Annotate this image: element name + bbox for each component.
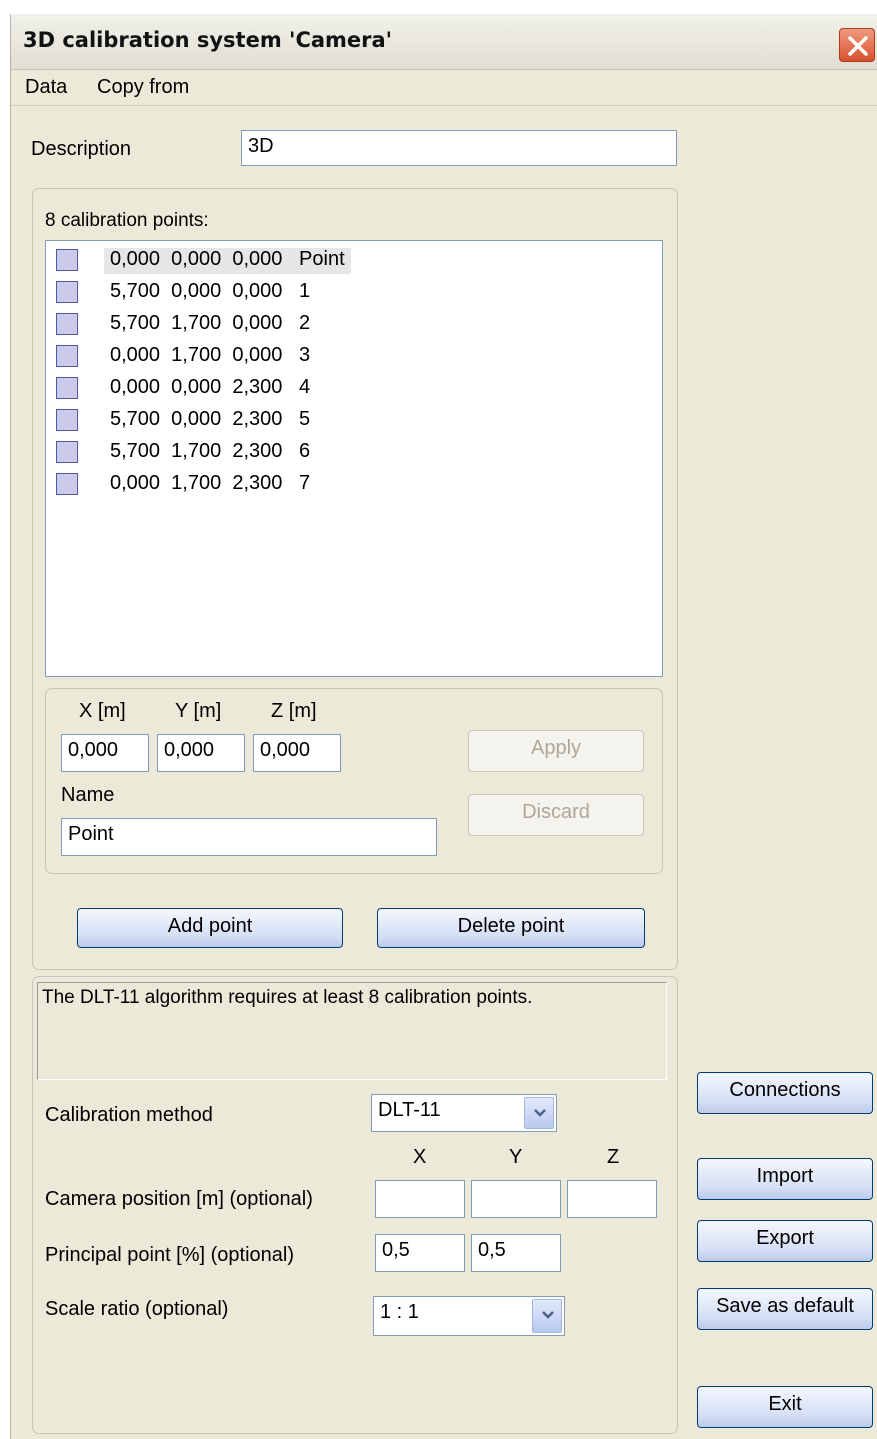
column-z-label: Z — [607, 1146, 620, 1168]
point-icon — [56, 473, 78, 495]
z-label: Z [m] — [271, 700, 317, 722]
list-item-text: 5,700 0,000 0,000 1 — [110, 280, 311, 302]
list-item-text: 0,000 0,000 2,300 4 — [110, 376, 311, 398]
point-icon — [56, 281, 78, 303]
y-label: Y [m] — [175, 700, 222, 722]
calibration-method-select[interactable]: DLT-11 — [371, 1094, 557, 1132]
scale-ratio-select[interactable]: 1 : 1 — [373, 1296, 565, 1336]
discard-button[interactable]: Discard — [468, 794, 644, 836]
list-item-text: 5,700 1,700 0,000 2 — [110, 312, 311, 334]
close-button[interactable] — [839, 28, 875, 62]
point-icon — [56, 441, 78, 463]
principal-point-label: Principal point [%] (optional) — [45, 1244, 295, 1266]
point-icon — [56, 313, 78, 335]
scale-ratio-label: Scale ratio (optional) — [45, 1298, 229, 1320]
menu-bar: Data Copy from — [11, 72, 877, 106]
list-item[interactable]: 0,000 1,700 2,300 7 — [46, 468, 662, 500]
chevron-down-icon[interactable] — [532, 1299, 562, 1333]
point-icon — [56, 377, 78, 399]
column-y-label: Y — [509, 1146, 523, 1168]
calibration-method-value: DLT-11 — [378, 1099, 441, 1121]
point-icon — [56, 409, 78, 431]
add-point-button[interactable]: Add point — [77, 908, 343, 948]
list-item-text: 0,000 1,700 2,300 7 — [110, 472, 311, 494]
principal-x-input[interactable]: 0,5 — [375, 1234, 465, 1272]
list-item[interactable]: 5,700 0,000 0,000 1 — [46, 276, 662, 308]
camera-y-input[interactable] — [471, 1180, 561, 1218]
list-item-text: 0,000 1,700 0,000 3 — [110, 344, 311, 366]
list-item[interactable]: 0,000 0,000 2,300 4 — [46, 372, 662, 404]
column-x-label: X — [413, 1146, 427, 1168]
save-as-default-button[interactable]: Save as default — [697, 1288, 873, 1330]
principal-y-input[interactable]: 0,5 — [471, 1234, 561, 1272]
z-input[interactable]: 0,000 — [253, 734, 341, 772]
points-count-label: 8 calibration points: — [45, 210, 209, 231]
window-title: 3D calibration system 'Camera' — [23, 28, 393, 52]
connections-button[interactable]: Connections — [697, 1072, 873, 1114]
camera-x-input[interactable] — [375, 1180, 465, 1218]
exit-button[interactable]: Exit — [697, 1386, 873, 1428]
export-button[interactable]: Export — [697, 1220, 873, 1262]
list-item-text: 5,700 1,700 2,300 6 — [110, 440, 311, 462]
list-item-text: 0,000 0,000 0,000 Point — [104, 248, 351, 274]
description-label: Description — [31, 138, 132, 160]
list-item[interactable]: 5,700 1,700 0,000 2 — [46, 308, 662, 340]
menu-data[interactable]: Data — [25, 76, 67, 99]
import-button[interactable]: Import — [697, 1158, 873, 1200]
camera-position-label: Camera position [m] (optional) — [45, 1188, 313, 1210]
name-input[interactable]: Point — [61, 818, 437, 856]
status-message: The DLT-11 algorithm requires at least 8… — [37, 982, 667, 1080]
point-icon — [56, 345, 78, 367]
list-item[interactable]: 5,700 1,700 2,300 6 — [46, 436, 662, 468]
list-item[interactable]: 0,000 0,000 0,000 Point — [46, 244, 662, 276]
list-item[interactable]: 0,000 1,700 0,000 3 — [46, 340, 662, 372]
close-icon — [848, 36, 868, 56]
calibration-method-label: Calibration method — [45, 1104, 213, 1126]
camera-z-input[interactable] — [567, 1180, 657, 1218]
x-label: X [m] — [79, 700, 126, 722]
description-input[interactable]: 3D — [241, 130, 677, 166]
x-input[interactable]: 0,000 — [61, 734, 149, 772]
scale-ratio-value: 1 : 1 — [380, 1301, 419, 1323]
apply-button[interactable]: Apply — [468, 730, 644, 772]
point-icon — [56, 249, 78, 271]
chevron-down-icon[interactable] — [524, 1097, 554, 1129]
y-input[interactable]: 0,000 — [157, 734, 245, 772]
calibration-points-list[interactable]: 0,000 0,000 0,000 Point 5,700 0,000 0,00… — [45, 240, 663, 677]
list-item-text: 5,700 0,000 2,300 5 — [110, 408, 311, 430]
name-label: Name — [61, 784, 115, 806]
menu-copy-from[interactable]: Copy from — [97, 76, 189, 99]
delete-point-button[interactable]: Delete point — [377, 908, 645, 948]
title-bar[interactable]: 3D calibration system 'Camera' — [11, 14, 877, 70]
calibration-window: 3D calibration system 'Camera' Data Copy… — [10, 14, 877, 1439]
list-item[interactable]: 5,700 0,000 2,300 5 — [46, 404, 662, 436]
